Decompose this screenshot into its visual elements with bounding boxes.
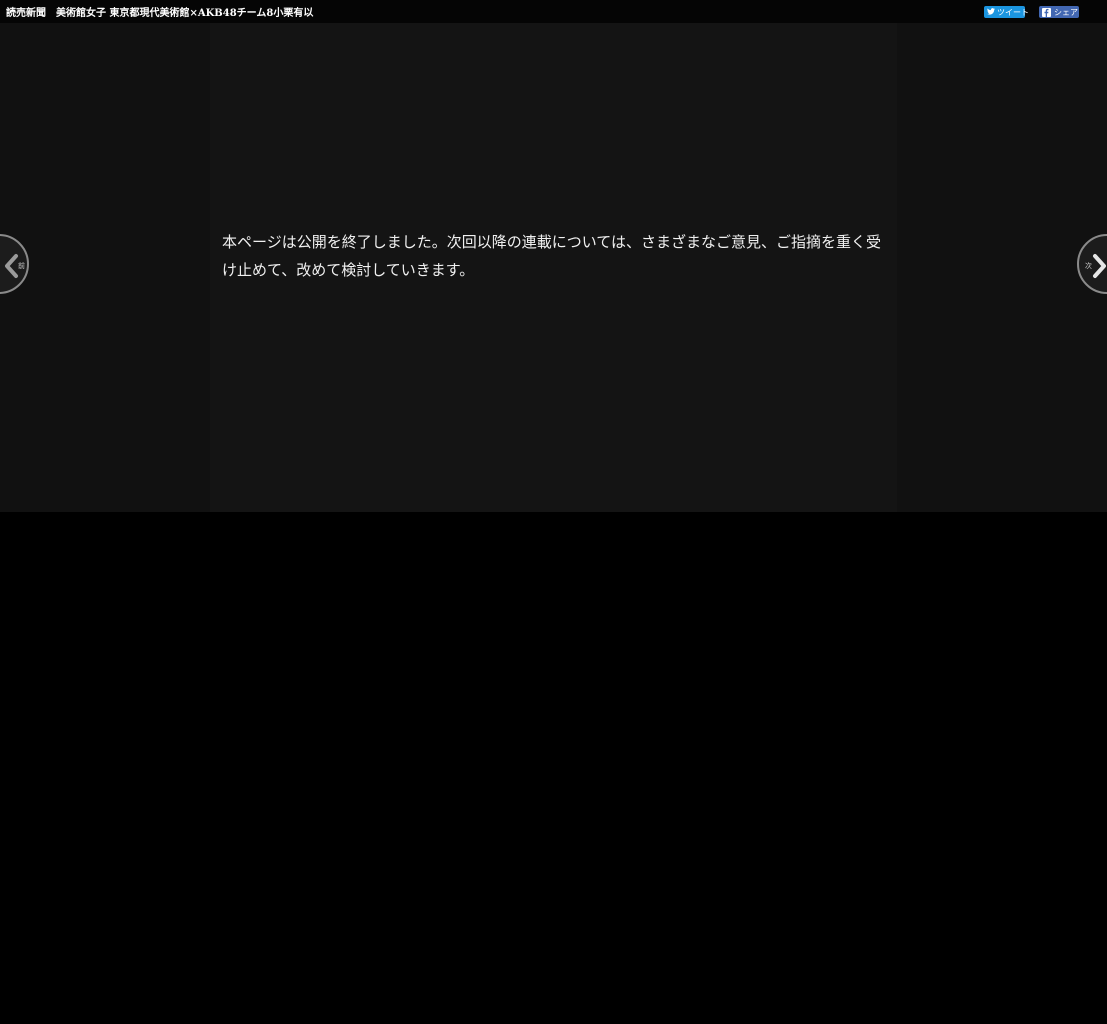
next-page-button[interactable]: 次 xyxy=(1077,234,1107,294)
chevron-right-icon xyxy=(1093,254,1106,278)
chevron-left-icon xyxy=(5,254,18,278)
content-stage: 本ページは公開を終了しました。次回以降の連載については、さまざまなご意見、ご指摘… xyxy=(0,23,1107,512)
stage-right-margin xyxy=(897,23,1107,512)
share-label: シェア xyxy=(1054,7,1078,17)
next-label: 次 xyxy=(1085,262,1092,270)
header-bar: 読売新聞 美術館女子 東京都現代美術館×AKB48チーム8小栗有以 ツイート シ… xyxy=(0,0,1107,23)
facebook-share-button[interactable]: シェア xyxy=(1039,6,1079,18)
previous-label: 前 xyxy=(18,262,25,270)
stage-left-margin xyxy=(0,23,210,512)
closure-notice: 本ページは公開を終了しました。次回以降の連載については、さまざまなご意見、ご指摘… xyxy=(222,233,881,279)
facebook-f-icon xyxy=(1042,7,1051,17)
previous-page-button[interactable]: 前 xyxy=(0,234,29,294)
twitter-bird-icon xyxy=(987,7,995,17)
tweet-label: ツイート xyxy=(997,7,1029,17)
page-title: 読売新聞 美術館女子 東京都現代美術館×AKB48チーム8小栗有以 xyxy=(6,8,314,19)
tweet-button[interactable]: ツイート xyxy=(984,6,1029,18)
